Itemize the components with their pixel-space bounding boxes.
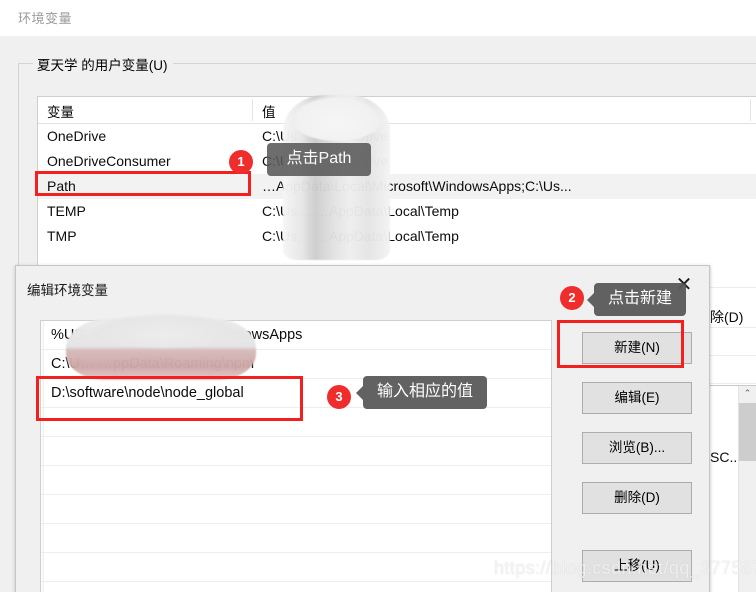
cell-value: …AppData\Local\Microsoft\WindowsApps;C:\… (262, 178, 572, 194)
table-row[interactable]: OneDrive C:\Us… …OneDrive (38, 124, 756, 149)
path-entries-list[interactable]: %US… …ocal\Microsoft\WindowsApps C:\U… …… (40, 320, 552, 592)
cell-variable: Path (47, 178, 76, 194)
list-item[interactable]: %US… …ocal\Microsoft\WindowsApps (41, 321, 551, 350)
move-up-button[interactable]: 上移(U) (582, 550, 692, 582)
row-divider (708, 355, 756, 356)
column-header-value[interactable]: 值 (262, 101, 276, 121)
window-title: 环境变量 (18, 11, 73, 26)
browse-button[interactable]: 浏览(B)... (582, 432, 692, 464)
list-item[interactable] (41, 495, 551, 524)
row-divider (708, 327, 756, 328)
step-badge-2: 2 (560, 286, 584, 310)
table-row-path[interactable]: Path …AppData\Local\Microsoft\WindowsApp… (38, 174, 756, 199)
system-variables-listview-partial[interactable]: 除(D) (708, 265, 756, 385)
table-row[interactable]: TEMP C:\Us… …AppData\Local\Temp (38, 199, 756, 224)
edit-button[interactable]: 编辑(E) (582, 382, 692, 414)
step-tooltip-1: 点击Path (267, 143, 371, 176)
step-tooltip-2: 点击新建 (586, 283, 687, 316)
chevron-up-icon[interactable]: ⌃ (739, 386, 756, 403)
screen-root: 环境变量 夏天学 的用户变量(U) 变量 值 OneDrive C:\Us… …… (0, 0, 756, 592)
column-header-variable[interactable]: 变量 (47, 101, 74, 121)
list-item[interactable] (41, 553, 551, 582)
cell-variable: TMP (47, 228, 77, 244)
cell-value: C:\Us… …AppData\Local\Temp (262, 228, 459, 244)
column-divider-2[interactable] (750, 99, 751, 121)
scrollbar-vertical[interactable]: ⌃ (738, 386, 756, 592)
system-variables-listview-partial-2[interactable]: SC... ⌃ (708, 386, 756, 592)
dialog-button-column: 新建(N) 编辑(E) 浏览(B)... 删除(D) 上移(U) (566, 320, 709, 592)
listview-header: 变量 值 (38, 97, 756, 124)
cell-value: C:\Us… …AppData\Local\Temp (262, 203, 459, 219)
partial-delete-button-label: 除(D) (710, 309, 744, 325)
window-titlebar: 环境变量 (0, 0, 756, 36)
user-variables-groupbox: 夏天学 的用户变量(U) 变量 值 OneDrive C:\Us… …OneDr… (18, 54, 756, 297)
background-window-right-strip: 除(D) SC... ⌃ (708, 265, 756, 592)
row-divider (708, 383, 756, 384)
list-item[interactable] (41, 524, 551, 553)
list-item[interactable] (41, 437, 551, 466)
table-row[interactable]: OneDriveConsumer C:\Us… …OneDrive (38, 149, 756, 174)
list-item[interactable] (41, 466, 551, 495)
user-variables-listview[interactable]: 变量 值 OneDrive C:\Us… …OneDrive OneDriveC… (37, 96, 756, 280)
column-divider-1[interactable] (252, 99, 253, 121)
partial-entry-text: SC... (710, 449, 742, 465)
row-divider (708, 287, 756, 288)
table-row[interactable]: TMP C:\Us… …AppData\Local\Temp (38, 224, 756, 249)
cell-variable: OneDrive (47, 128, 107, 144)
step-tooltip-3: 输入相应的值 (355, 376, 488, 409)
step-badge-3: 3 (327, 385, 351, 409)
cell-variable: TEMP (47, 203, 86, 219)
new-button[interactable]: 新建(N) (582, 332, 692, 364)
step-badge-1: 1 (229, 150, 253, 174)
user-variables-legend: 夏天学 的用户变量(U) (33, 54, 173, 74)
list-item[interactable] (41, 408, 551, 437)
dialog-title: 编辑环境变量 (27, 283, 108, 298)
cell-variable: OneDriveConsumer (47, 153, 171, 169)
list-item[interactable]: C:\U… …ppData\Roaming\npm (41, 350, 551, 379)
delete-button[interactable]: 删除(D) (582, 482, 692, 514)
scrollbar-thumb[interactable] (739, 403, 756, 461)
